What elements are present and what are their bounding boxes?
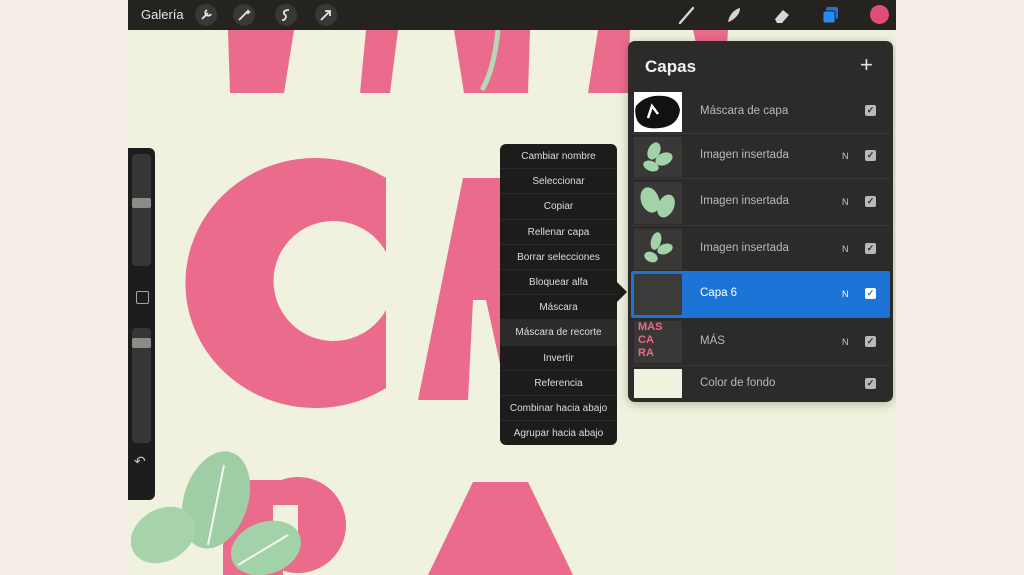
opacity-thumb[interactable] <box>132 338 151 348</box>
selection-icon[interactable] <box>275 4 297 26</box>
layer-blend-mode[interactable]: N <box>842 244 849 254</box>
layer-visibility-checkbox[interactable]: ✓ <box>865 288 876 299</box>
layer-row-image-3[interactable]: Imagen insertada N ✓ <box>631 225 890 271</box>
layer-name: Color de fondo <box>700 377 776 389</box>
layer-thumbnail <box>634 369 682 398</box>
color-picker-button[interactable] <box>870 5 889 24</box>
menu-item-reference[interactable]: Referencia <box>500 371 617 396</box>
magic-wand-icon[interactable] <box>233 4 255 26</box>
layer-visibility-checkbox[interactable]: ✓ <box>865 105 876 116</box>
undo-icon[interactable]: ↶ <box>134 453 146 470</box>
layer-blend-mode[interactable]: N <box>842 337 849 347</box>
layer-name: Imagen insertada <box>700 242 789 254</box>
thumb-text-line: MÁS <box>638 321 663 333</box>
transform-arrow-icon[interactable] <box>315 4 337 26</box>
layer-thumbnail <box>634 137 682 177</box>
menu-item-select[interactable]: Seleccionar <box>500 169 617 195</box>
menu-item-clear[interactable]: Borrar selecciones <box>500 245 617 270</box>
layers-panel-title: Capas <box>645 57 697 76</box>
layer-visibility-checkbox[interactable]: ✓ <box>865 378 876 389</box>
layer-name: Máscara de capa <box>700 105 789 117</box>
menu-pointer-arrow <box>617 282 627 302</box>
layer-visibility-checkbox[interactable]: ✓ <box>865 336 876 347</box>
menu-item-alpha-lock[interactable]: Bloquear alfa <box>500 270 617 296</box>
layer-thumbnail: MÁS CA RA <box>634 321 682 363</box>
layer-blend-mode[interactable]: N <box>842 289 849 299</box>
plus-icon[interactable]: + <box>860 52 873 78</box>
layer-visibility-checkbox[interactable]: ✓ <box>865 243 876 254</box>
menu-item-invert[interactable]: Invertir <box>500 346 617 371</box>
layer-name: MÁS <box>700 335 725 347</box>
gallery-button[interactable]: Galería <box>141 7 184 22</box>
top-toolbar: Galería <box>128 0 896 30</box>
modify-button[interactable] <box>136 291 149 304</box>
procreate-app: Galería ↶ Cambiar nombre Seleccionar Cop… <box>128 0 896 575</box>
layers-panel: Capas + Máscara de capa ✓ Imagen inserta… <box>628 41 893 402</box>
layer-thumbnail <box>634 274 682 315</box>
menu-item-rename[interactable]: Cambiar nombre <box>500 144 617 170</box>
layer-name: Imagen insertada <box>700 149 789 161</box>
layer-visibility-checkbox[interactable]: ✓ <box>865 150 876 161</box>
menu-item-clipping-mask[interactable]: Máscara de recorte <box>500 320 617 346</box>
layer-row-capa-6[interactable]: Capa 6 N ✓ <box>631 271 890 318</box>
menu-item-fill-layer[interactable]: Rellenar capa <box>500 220 617 245</box>
layer-row-background[interactable]: Color de fondo ✓ <box>631 365 890 399</box>
brush-size-slider[interactable] <box>132 154 151 266</box>
layer-blend-mode[interactable]: N <box>842 151 849 161</box>
brush-size-thumb[interactable] <box>132 198 151 208</box>
layer-options-menu: Cambiar nombre Seleccionar Copiar Rellen… <box>500 144 617 445</box>
layers-icon[interactable] <box>820 4 842 26</box>
wrench-icon[interactable] <box>195 4 217 26</box>
layer-thumbnail <box>634 92 682 132</box>
layer-blend-mode[interactable]: N <box>842 197 849 207</box>
menu-item-merge-down[interactable]: Combinar hacia abajo <box>500 396 617 422</box>
layer-name: Imagen insertada <box>700 195 789 207</box>
left-sidebar: ↶ <box>128 148 155 500</box>
menu-item-combine-down[interactable]: Agrupar hacia abajo <box>500 421 617 446</box>
layer-name: Capa 6 <box>700 287 738 299</box>
layer-row-image-1[interactable]: Imagen insertada N ✓ <box>631 133 890 178</box>
brush-icon[interactable] <box>676 4 698 26</box>
layer-row-image-2[interactable]: Imagen insertada N ✓ <box>631 178 890 225</box>
layer-row-mas[interactable]: MÁS CA RA MÁS N ✓ <box>631 319 890 365</box>
thumb-text-line: CA <box>638 334 654 346</box>
smudge-icon[interactable] <box>723 4 745 26</box>
menu-item-mask[interactable]: Máscara <box>500 295 617 321</box>
eraser-icon[interactable] <box>771 4 793 26</box>
layer-thumbnail <box>634 229 682 270</box>
layer-row-mask[interactable]: Máscara de capa ✓ <box>631 89 890 133</box>
layer-visibility-checkbox[interactable]: ✓ <box>865 196 876 207</box>
thumb-text-line: RA <box>638 347 654 359</box>
layer-thumbnail <box>634 182 682 224</box>
menu-item-copy[interactable]: Copiar <box>500 194 617 220</box>
